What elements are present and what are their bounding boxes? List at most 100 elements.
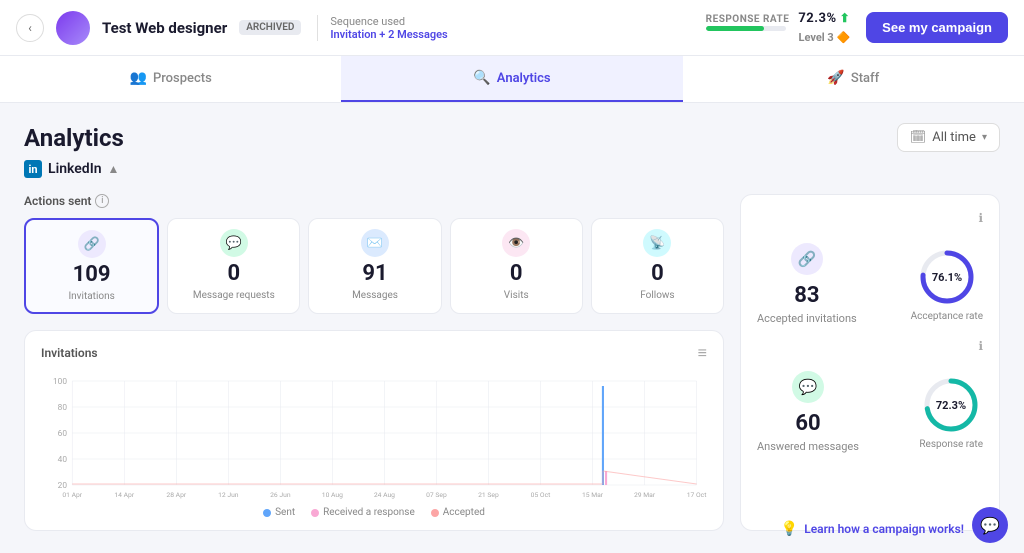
answered-messages-value: 60 — [795, 411, 820, 436]
accepted-info-icon[interactable]: ℹ — [978, 211, 983, 225]
svg-text:01 Apr: 01 Apr — [62, 491, 83, 499]
tab-prospects[interactable]: 👥 Prospects — [0, 56, 341, 102]
messages-label: Messages — [352, 290, 398, 301]
linkedin-row[interactable]: in LinkedIn ▲ — [24, 160, 1000, 178]
response-rate-stat: 72.3% Response rate — [919, 375, 983, 450]
tab-analytics[interactable]: 🔍 Analytics — [341, 56, 682, 102]
response-rate-label: Response rate — [919, 439, 983, 450]
see-campaign-button[interactable]: See my campaign — [866, 12, 1008, 43]
action-cards: 🔗 109 Invitations 💬 0 Message requests ✉… — [24, 218, 724, 314]
chart-title: Invitations ≡ — [41, 343, 707, 363]
svg-text:15 Mar: 15 Mar — [582, 491, 604, 499]
prospects-icon: 👥 — [130, 70, 147, 86]
invitations-value: 109 — [73, 262, 111, 287]
svg-text:72.3%: 72.3% — [936, 399, 966, 412]
accepted-invitations-icon: 🔗 — [791, 243, 823, 275]
accepted-invitations-section: ℹ 🔗 83 Accepted invitations 76.1% — [757, 211, 983, 339]
visits-card[interactable]: 👁️ 0 Visits — [450, 218, 583, 314]
avatar — [56, 11, 90, 45]
chart-svg: 100 80 60 40 20 — [41, 371, 707, 501]
chat-icon: 💬 — [980, 516, 1000, 535]
svg-text:14 Apr: 14 Apr — [114, 491, 135, 499]
chat-button[interactable]: 💬 — [972, 507, 1008, 543]
svg-text:26 Jun: 26 Jun — [270, 491, 291, 499]
linkedin-label: LinkedIn — [48, 161, 102, 177]
header: ‹ Test Web designer ARCHIVED Sequence us… — [0, 0, 1024, 56]
svg-text:07 Sep: 07 Sep — [426, 491, 447, 499]
content-columns: Actions sent i 🔗 109 Invitations 💬 0 Mes… — [24, 194, 1000, 531]
svg-text:20: 20 — [58, 480, 68, 490]
page-title: Analytics — [24, 124, 124, 152]
svg-text:21 Sep: 21 Sep — [478, 491, 499, 499]
svg-text:17 Oct: 17 Oct — [687, 491, 707, 499]
tab-staff[interactable]: 🚀 Staff — [683, 56, 1024, 102]
messages-value: 91 — [362, 261, 387, 286]
time-filter-dropdown[interactable]: 🗓 All time ▾ — [897, 123, 1000, 152]
answered-messages-label: Answered messages — [757, 440, 859, 453]
level-badge: Level 3 🔶 — [706, 31, 851, 44]
answered-messages-row: 💬 60 Answered messages 72.3% Response ra… — [757, 357, 983, 467]
response-rate-bar-fill — [706, 26, 764, 31]
follows-card[interactable]: 📡 0 Follows — [591, 218, 724, 314]
staff-icon: 🚀 — [827, 70, 844, 86]
svg-text:80: 80 — [58, 402, 68, 412]
linkedin-chevron-icon: ▲ — [108, 162, 120, 176]
actions-sent-info-icon[interactable]: i — [95, 194, 109, 208]
left-column: Actions sent i 🔗 109 Invitations 💬 0 Mes… — [24, 194, 724, 531]
chart-legend: Sent Received a response Accepted — [41, 507, 707, 518]
accepted-invitations-row: 🔗 83 Accepted invitations 76.1% Acceptan… — [757, 229, 983, 339]
visits-icon: 👁️ — [502, 229, 530, 257]
answered-messages-icon: 💬 — [792, 371, 824, 403]
sequence-link[interactable]: Invitation + 2 Messages — [330, 28, 447, 41]
accepted-invitations-stat: 🔗 83 Accepted invitations — [757, 243, 857, 325]
sequence-info: Sequence used Invitation + 2 Messages — [317, 15, 447, 41]
follows-label: Follows — [640, 290, 674, 301]
visits-label: Visits — [504, 290, 529, 301]
invitations-card[interactable]: 🔗 109 Invitations — [24, 218, 159, 314]
svg-text:28 Apr: 28 Apr — [166, 491, 187, 499]
archived-badge: ARCHIVED — [239, 20, 301, 35]
analytics-header: Analytics 🗓 All time ▾ — [24, 123, 1000, 152]
chevron-down-icon: ▾ — [982, 132, 987, 143]
invitations-label: Invitations — [68, 291, 114, 302]
svg-text:60: 60 — [58, 428, 68, 438]
main-content: Analytics 🗓 All time ▾ in LinkedIn ▲ Act… — [0, 103, 1024, 551]
calendar-icon: 🗓 — [910, 130, 927, 145]
tab-bar: 👥 Prospects 🔍 Analytics 🚀 Staff — [0, 56, 1024, 103]
accepted-invitations-label: Accepted invitations — [757, 312, 857, 325]
svg-text:100: 100 — [53, 376, 67, 386]
response-rate-value: 72.3% — [798, 11, 836, 26]
messages-card[interactable]: ✉️ 91 Messages — [308, 218, 441, 314]
svg-text:29 Mar: 29 Mar — [634, 491, 656, 499]
svg-text:12 Jun: 12 Jun — [218, 491, 239, 499]
learn-banner[interactable]: 💡 Learn how a campaign works! — [781, 521, 964, 537]
header-right: RESPONSE RATE 72.3% ⬆ Level 3 🔶 See my c… — [706, 11, 1008, 44]
answered-messages-section: ℹ 💬 60 Answered messages 72.3% — [757, 339, 983, 467]
svg-text:05 Oct: 05 Oct — [531, 491, 551, 499]
svg-text:10 Aug: 10 Aug — [322, 491, 343, 499]
svg-text:76.1%: 76.1% — [932, 271, 962, 284]
answered-info-icon[interactable]: ℹ — [978, 339, 983, 353]
right-column: ℹ 🔗 83 Accepted invitations 76.1% — [740, 194, 1000, 531]
chart-menu-icon[interactable]: ≡ — [698, 343, 707, 363]
message-requests-card[interactable]: 💬 0 Message requests — [167, 218, 300, 314]
accepted-invitations-value: 83 — [794, 283, 819, 308]
legend-accepted: Accepted — [431, 507, 485, 518]
response-rate-section: RESPONSE RATE 72.3% ⬆ Level 3 🔶 — [706, 11, 851, 44]
invitations-icon: 🔗 — [78, 230, 106, 258]
message-requests-label: Message requests — [193, 290, 275, 301]
acceptance-rate-circle: 76.1% — [917, 247, 977, 307]
legend-response: Received a response — [311, 507, 415, 518]
linkedin-icon: in — [24, 160, 42, 178]
learn-icon: 💡 — [781, 521, 798, 537]
back-button[interactable]: ‹ — [16, 14, 44, 42]
analytics-icon: 🔍 — [473, 70, 490, 86]
messages-icon: ✉️ — [361, 229, 389, 257]
answered-messages-stat: 💬 60 Answered messages — [757, 371, 859, 453]
legend-sent: Sent — [263, 507, 295, 518]
acceptance-rate-label: Acceptance rate — [911, 311, 983, 322]
svg-text:40: 40 — [58, 454, 68, 464]
acceptance-rate-stat: 76.1% Acceptance rate — [911, 247, 983, 322]
actions-sent-title: Actions sent i — [24, 194, 724, 208]
response-rate-bar-bg — [706, 26, 786, 31]
